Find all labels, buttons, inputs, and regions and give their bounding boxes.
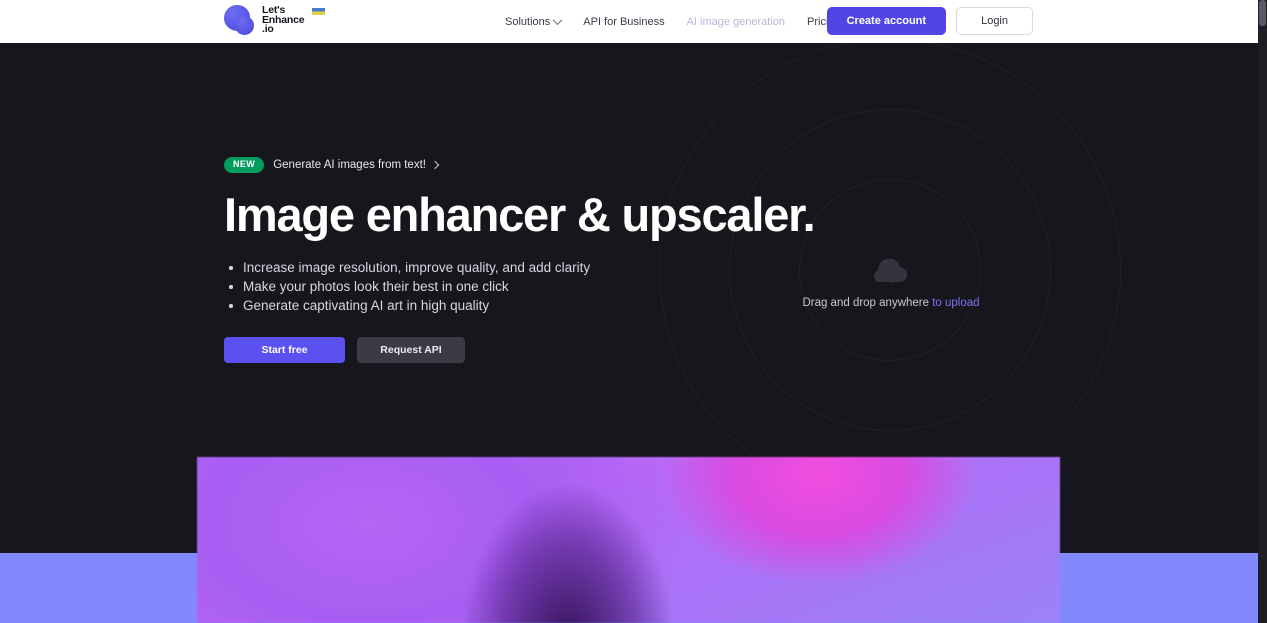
page-scrollbar[interactable] (1258, 0, 1267, 623)
hero-content: NEW Generate AI images from text! Image … (224, 156, 816, 363)
lets-enhance-logo[interactable]: Let's Enhance .io (224, 5, 325, 37)
page-root: Let's Enhance .io Solutions API for Busi… (0, 0, 1267, 623)
login-button[interactable]: Login (956, 7, 1033, 35)
create-account-button[interactable]: Create account (826, 7, 947, 35)
header-actions: Create account Login (826, 7, 1033, 35)
showcase-gradient-image (197, 457, 1060, 623)
dropzone-upload-link[interactable]: to upload (932, 297, 979, 309)
announcement-label: Generate AI images from text! (273, 159, 426, 171)
request-api-button[interactable]: Request API (357, 337, 465, 363)
new-badge: NEW (224, 157, 265, 173)
nav-item-api-for-business[interactable]: API for Business (583, 16, 664, 28)
cloud-upload-icon (874, 258, 907, 284)
scrollbar-thumb[interactable] (1259, 0, 1266, 26)
hero-cta-group: Start free Request API (224, 337, 784, 363)
hero-feature-list: Increase image resolution, improve quali… (224, 258, 784, 315)
nav-item-ai-image-generation[interactable]: AI image generation (687, 16, 785, 28)
nav-item-label: Solutions (505, 15, 551, 28)
dropzone-text: Drag and drop anywhere to upload (802, 297, 979, 309)
nav-item-label: AI image generation (686, 15, 786, 28)
upload-dropzone[interactable]: Drag and drop anywhere to upload (760, 258, 1022, 309)
logo-blob-icon (224, 5, 256, 37)
site-header: Let's Enhance .io Solutions API for Busi… (0, 0, 1258, 43)
chevron-right-icon (430, 160, 440, 170)
logo-wordmark: Let's Enhance .io (262, 5, 325, 35)
announcement-link[interactable]: Generate AI images from text! (273, 159, 440, 171)
ukraine-flag-icon (312, 8, 325, 15)
page-title: Image enhancer & upscaler. (224, 188, 816, 241)
nav-item-label: API for Business (583, 15, 665, 28)
nav-item-solutions[interactable]: Solutions (505, 15, 563, 28)
list-item: Make your photos look their best in one … (224, 277, 784, 296)
chevron-down-icon (552, 15, 563, 26)
start-free-button[interactable]: Start free (224, 337, 345, 363)
list-item: Increase image resolution, improve quali… (224, 258, 784, 277)
list-item: Generate captivating AI art in high qual… (224, 296, 784, 315)
logo-line-3: .io (262, 23, 274, 35)
dropzone-label: Drag and drop anywhere (802, 297, 930, 309)
hero-announcement[interactable]: NEW Generate AI images from text! (224, 156, 784, 174)
